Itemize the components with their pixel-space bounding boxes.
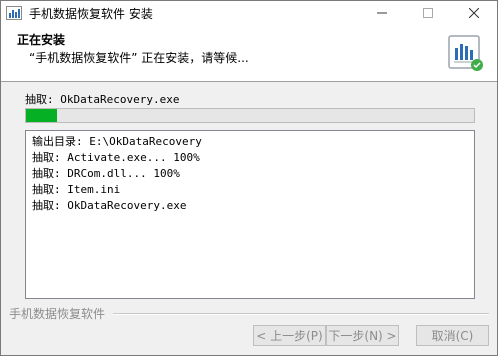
log-line: 抽取: DRCom.dll... 100% xyxy=(32,167,180,180)
back-button[interactable]: < 上一步(P) xyxy=(253,325,326,346)
maximize-icon xyxy=(423,8,433,18)
install-progress-bar xyxy=(25,108,475,123)
log-lines: 输出目录: E:\OkDataRecovery 抽取: Activate.exe.… xyxy=(26,131,474,214)
log-line: 抽取: Item.ini xyxy=(32,183,121,196)
minimize-icon xyxy=(377,12,387,14)
next-button[interactable]: 下一步(N) > xyxy=(326,325,399,346)
log-line: 抽取: OkDataRecovery.exe xyxy=(32,199,187,212)
extract-status-text: 抽取: OkDataRecovery.exe xyxy=(25,93,180,106)
maximize-button[interactable] xyxy=(405,1,451,25)
data-recovery-logo-icon xyxy=(448,35,483,71)
cancel-button[interactable]: 取消(C) xyxy=(416,325,489,346)
close-button[interactable] xyxy=(451,1,497,25)
header-subtitle: “手机数据恢复软件” 正在安装，请等候... xyxy=(29,51,249,65)
install-log-list[interactable]: 输出目录: E:\OkDataRecovery 抽取: Activate.exe.… xyxy=(25,130,475,299)
minimize-button[interactable] xyxy=(359,1,405,25)
header-title: 正在安装 xyxy=(17,33,66,47)
log-line: 抽取: Activate.exe... 100% xyxy=(32,151,200,164)
log-line: 输出目录: E:\OkDataRecovery xyxy=(32,135,202,148)
footer-divider xyxy=(113,313,489,315)
title-bar[interactable]: 手机数据恢复软件 安装 xyxy=(1,1,497,25)
footer-brand-label: 手机数据恢复软件 xyxy=(9,307,106,321)
installer-header: 正在安装 “手机数据恢复软件” 正在安装，请等候... xyxy=(1,25,497,82)
installer-window: 手机数据恢复软件 安装 正在安装 “手机数据恢复软件” 正在安装，请等候... … xyxy=(0,0,498,356)
close-icon xyxy=(469,8,479,18)
progress-fill xyxy=(26,109,58,122)
window-title: 手机数据恢复软件 安装 xyxy=(29,7,153,21)
installer-app-icon xyxy=(6,6,22,20)
